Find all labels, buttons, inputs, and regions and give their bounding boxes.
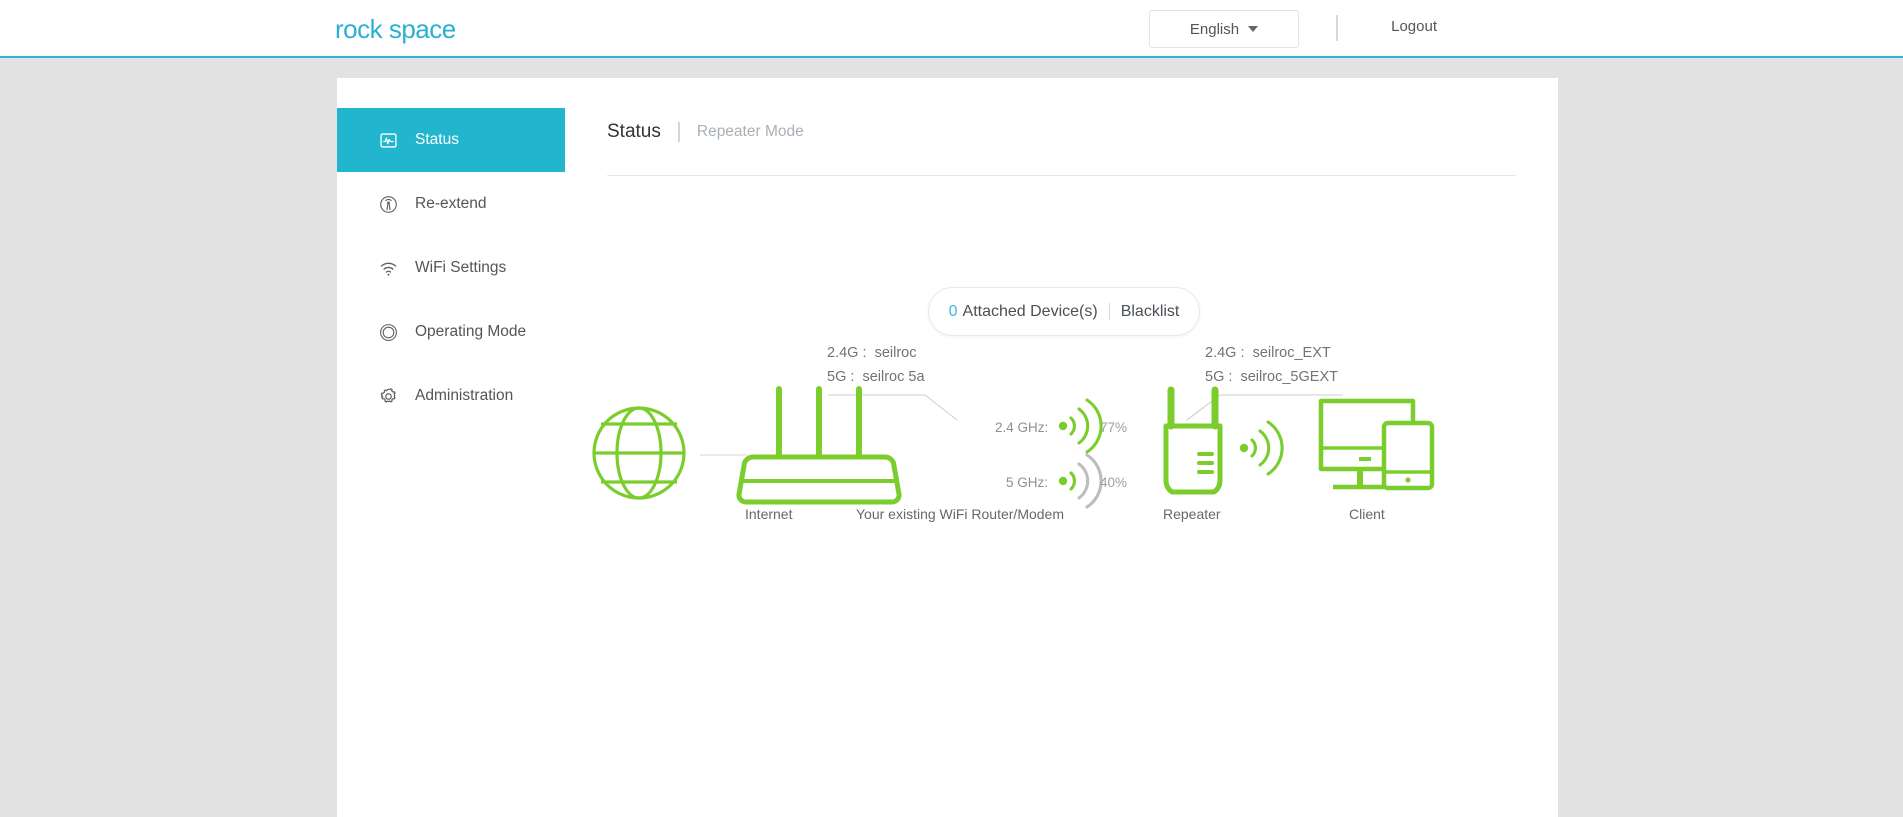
node-label-client: Client bbox=[1349, 506, 1385, 522]
node-label-router: Your existing WiFi Router/Modem bbox=[856, 506, 1065, 522]
repeater-ssid-24-value: seilroc_EXT bbox=[1252, 345, 1331, 361]
router-callout-leader bbox=[828, 394, 958, 421]
brand-logo: rock space bbox=[335, 14, 456, 44]
attached-devices-pill: 0 Attached Device(s) Blacklist bbox=[928, 287, 1200, 336]
status-chart-icon bbox=[379, 131, 398, 150]
circles-icon bbox=[379, 323, 398, 342]
sidebar: Status Re-extend WiFi Settings Operating… bbox=[337, 78, 565, 817]
sidebar-item-wifi-settings[interactable]: WiFi Settings bbox=[337, 236, 565, 300]
signal-5ghz-icon bbox=[1058, 453, 1103, 509]
app-header: rock space English Logout bbox=[0, 0, 1903, 58]
content-divider bbox=[607, 175, 1516, 176]
node-label-repeater: Repeater bbox=[1163, 506, 1221, 522]
blacklist-link[interactable]: Blacklist bbox=[1121, 303, 1180, 321]
sidebar-item-label: WiFi Settings bbox=[415, 259, 507, 276]
router-ssid-24-value: seilroc bbox=[874, 345, 917, 361]
monitor-tablet-icon bbox=[1318, 398, 1435, 491]
sidebar-item-status[interactable]: Status bbox=[337, 108, 565, 172]
broadcast-icon bbox=[379, 195, 398, 214]
header-divider bbox=[1336, 15, 1338, 41]
logout-button[interactable]: Logout bbox=[1391, 18, 1437, 35]
router-ssid-callout: 2.4G : seilroc 5G : seilroc 5a bbox=[827, 341, 925, 389]
sidebar-item-administration[interactable]: Administration bbox=[337, 364, 565, 428]
signal-5ghz-percent: 40% bbox=[1100, 475, 1128, 490]
signal-5ghz-label: 5 GHz: bbox=[1006, 475, 1049, 490]
sidebar-item-label: Status bbox=[415, 131, 459, 148]
router-icon bbox=[736, 386, 902, 505]
sidebar-item-re-extend[interactable]: Re-extend bbox=[337, 172, 565, 236]
breadcrumb: Status Repeater Mode bbox=[607, 121, 804, 143]
sidebar-item-operating-mode[interactable]: Operating Mode bbox=[337, 300, 565, 364]
signal-2_4ghz-label: 2.4 GHz: bbox=[995, 420, 1049, 435]
pill-separator bbox=[1108, 303, 1110, 320]
repeater-ssid-24-key: 2.4G : bbox=[1205, 345, 1245, 361]
attached-devices-count: 0 bbox=[948, 302, 958, 320]
content-panel: Status Repeater Mode 0 Attached Device(s… bbox=[565, 78, 1558, 817]
router-ssid-5-key: 5G : bbox=[827, 369, 855, 385]
topology-graphics bbox=[592, 386, 1435, 509]
language-label: English bbox=[1189, 20, 1240, 38]
signal-2_4ghz-icon bbox=[1058, 398, 1103, 454]
signal-client-icon bbox=[1239, 420, 1284, 476]
wifi-icon bbox=[379, 259, 398, 278]
router-ssid-24-key: 2.4G : bbox=[827, 345, 867, 361]
router-ssid-5-value: seilroc 5a bbox=[862, 369, 925, 385]
node-label-internet: Internet bbox=[745, 506, 793, 522]
sidebar-item-label: Re-extend bbox=[415, 195, 487, 212]
globe-icon bbox=[592, 406, 686, 500]
breadcrumb-mode: Repeater Mode bbox=[696, 123, 804, 140]
breadcrumb-separator bbox=[677, 122, 680, 142]
sidebar-item-label: Operating Mode bbox=[415, 323, 527, 340]
page-title: Status bbox=[607, 121, 661, 142]
gear-icon bbox=[379, 387, 398, 406]
sidebar-item-label: Administration bbox=[415, 387, 514, 404]
repeater-ssid-callout: 2.4G : seilroc_EXT 5G : seilroc_5GEXT bbox=[1205, 341, 1338, 389]
chevron-down-icon bbox=[1248, 26, 1259, 32]
network-topology-diagram: 2.4G : seilroc 5G : seilroc 5a 2.4G : se… bbox=[565, 338, 1558, 638]
wall-plug-extender-icon bbox=[1163, 386, 1223, 495]
language-selector[interactable]: English bbox=[1149, 10, 1299, 48]
signal-2_4ghz-percent: 77% bbox=[1100, 420, 1128, 435]
repeater-ssid-5-value: seilroc_5GEXT bbox=[1240, 369, 1338, 385]
repeater-ssid-5-key: 5G : bbox=[1205, 369, 1233, 385]
attached-devices-label[interactable]: Attached Device(s) bbox=[963, 303, 1098, 321]
